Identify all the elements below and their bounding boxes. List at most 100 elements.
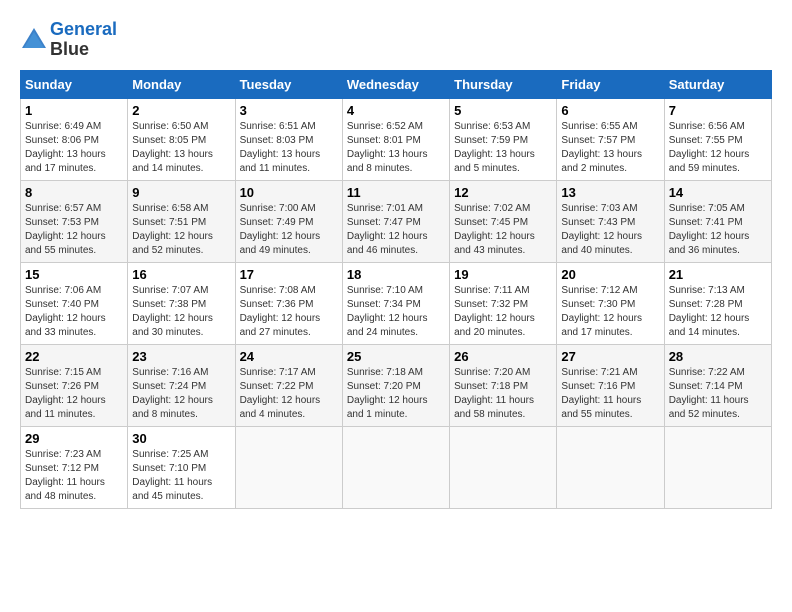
- calendar-day: 25 Sunrise: 7:18 AM Sunset: 7:20 PM Dayli…: [342, 344, 449, 426]
- day-info: Sunrise: 7:08 AM Sunset: 7:36 PM Dayligh…: [240, 284, 338, 340]
- weekday-header-row: Sunday Monday Tuesday Wednesday Thursday…: [21, 70, 772, 98]
- day-info: Sunrise: 6:55 AM Sunset: 7:57 PM Dayligh…: [561, 120, 659, 176]
- logo-icon: [20, 26, 48, 54]
- calendar-day: 28 Sunrise: 7:22 AM Sunset: 7:14 PM Dayli…: [664, 344, 771, 426]
- day-number: 21: [669, 267, 767, 282]
- day-number: 16: [132, 267, 230, 282]
- day-info: Sunrise: 7:03 AM Sunset: 7:43 PM Dayligh…: [561, 202, 659, 258]
- calendar-day: 13Sunrise: 7:03 AM Sunset: 7:43 PM Dayli…: [557, 180, 664, 262]
- day-number: 27: [561, 349, 659, 364]
- day-number: 25: [347, 349, 445, 364]
- day-info: Sunrise: 7:10 AM Sunset: 7:34 PM Dayligh…: [347, 284, 445, 340]
- day-number: 23: [132, 349, 230, 364]
- day-number: 10: [240, 185, 338, 200]
- calendar-day: 23Sunrise: 7:16 AM Sunset: 7:24 PM Dayli…: [128, 344, 235, 426]
- calendar-day: 6Sunrise: 6:55 AM Sunset: 7:57 PM Daylig…: [557, 98, 664, 180]
- day-number: 1: [25, 103, 123, 118]
- day-number: 7: [669, 103, 767, 118]
- day-number: 30: [132, 431, 230, 446]
- day-number: 20: [561, 267, 659, 282]
- day-info: Sunrise: 7:06 AM Sunset: 7:40 PM Dayligh…: [25, 284, 123, 340]
- calendar-day: 11 Sunrise: 7:01 AM Sunset: 7:47 PM Dayli…: [342, 180, 449, 262]
- calendar-day: 24Sunrise: 7:17 AM Sunset: 7:22 PM Dayli…: [235, 344, 342, 426]
- header-friday: Friday: [557, 70, 664, 98]
- day-number: 19: [454, 267, 552, 282]
- day-info: Sunrise: 7:20 AM Sunset: 7:18 PM Dayligh…: [454, 366, 552, 422]
- day-number: 3: [240, 103, 338, 118]
- header-tuesday: Tuesday: [235, 70, 342, 98]
- day-number: 8: [25, 185, 123, 200]
- calendar-day: 1Sunrise: 6:49 AM Sunset: 8:06 PM Daylig…: [21, 98, 128, 180]
- calendar-table: Sunday Monday Tuesday Wednesday Thursday…: [20, 70, 772, 509]
- day-info: Sunrise: 6:58 AM Sunset: 7:51 PM Dayligh…: [132, 202, 230, 258]
- calendar-day: 21 Sunrise: 7:13 AM Sunset: 7:28 PM Dayli…: [664, 262, 771, 344]
- day-number: 17: [240, 267, 338, 282]
- day-info: Sunrise: 7:18 AM Sunset: 7:20 PM Dayligh…: [347, 366, 445, 422]
- page-header: General Blue: [20, 20, 772, 60]
- day-number: 14: [669, 185, 767, 200]
- day-number: 15: [25, 267, 123, 282]
- calendar-day: 12 Sunrise: 7:02 AM Sunset: 7:45 PM Dayli…: [450, 180, 557, 262]
- day-number: 5: [454, 103, 552, 118]
- day-info: Sunrise: 7:05 AM Sunset: 7:41 PM Dayligh…: [669, 202, 767, 258]
- day-info: Sunrise: 7:13 AM Sunset: 7:28 PM Dayligh…: [669, 284, 767, 340]
- calendar-week-row: 8Sunrise: 6:57 AM Sunset: 7:53 PM Daylig…: [21, 180, 772, 262]
- calendar-day: 5 Sunrise: 6:53 AM Sunset: 7:59 PM Daylig…: [450, 98, 557, 180]
- calendar-week-row: 1Sunrise: 6:49 AM Sunset: 8:06 PM Daylig…: [21, 98, 772, 180]
- day-number: 26: [454, 349, 552, 364]
- day-info: Sunrise: 7:17 AM Sunset: 7:22 PM Dayligh…: [240, 366, 338, 422]
- empty-cell: [342, 426, 449, 508]
- day-info: Sunrise: 7:07 AM Sunset: 7:38 PM Dayligh…: [132, 284, 230, 340]
- day-number: 18: [347, 267, 445, 282]
- calendar-day: 27 Sunrise: 7:21 AM Sunset: 7:16 PM Dayli…: [557, 344, 664, 426]
- header-sunday: Sunday: [21, 70, 128, 98]
- calendar-day: 8Sunrise: 6:57 AM Sunset: 7:53 PM Daylig…: [21, 180, 128, 262]
- day-number: 28: [669, 349, 767, 364]
- day-info: Sunrise: 7:21 AM Sunset: 7:16 PM Dayligh…: [561, 366, 659, 422]
- calendar-day: 19 Sunrise: 7:11 AM Sunset: 7:32 PM Dayli…: [450, 262, 557, 344]
- calendar-week-row: 15 Sunrise: 7:06 AM Sunset: 7:40 PM Dayli…: [21, 262, 772, 344]
- calendar-day: 15 Sunrise: 7:06 AM Sunset: 7:40 PM Dayli…: [21, 262, 128, 344]
- day-info: Sunrise: 6:53 AM Sunset: 7:59 PM Dayligh…: [454, 120, 552, 176]
- day-info: Sunrise: 7:25 AM Sunset: 7:10 PM Dayligh…: [132, 448, 230, 504]
- day-info: Sunrise: 6:52 AM Sunset: 8:01 PM Dayligh…: [347, 120, 445, 176]
- day-info: Sunrise: 7:01 AM Sunset: 7:47 PM Dayligh…: [347, 202, 445, 258]
- calendar-day: 18 Sunrise: 7:10 AM Sunset: 7:34 PM Dayli…: [342, 262, 449, 344]
- header-saturday: Saturday: [664, 70, 771, 98]
- day-info: Sunrise: 7:11 AM Sunset: 7:32 PM Dayligh…: [454, 284, 552, 340]
- logo: General Blue: [20, 20, 117, 60]
- day-info: Sunrise: 6:56 AM Sunset: 7:55 PM Dayligh…: [669, 120, 767, 176]
- header-monday: Monday: [128, 70, 235, 98]
- day-number: 29: [25, 431, 123, 446]
- day-info: Sunrise: 7:22 AM Sunset: 7:14 PM Dayligh…: [669, 366, 767, 422]
- day-number: 22: [25, 349, 123, 364]
- empty-cell: [235, 426, 342, 508]
- calendar-day: 2 Sunrise: 6:50 AM Sunset: 8:05 PM Daylig…: [128, 98, 235, 180]
- calendar-day: 22 Sunrise: 7:15 AM Sunset: 7:26 PM Dayli…: [21, 344, 128, 426]
- day-number: 12: [454, 185, 552, 200]
- calendar-week-row: 22 Sunrise: 7:15 AM Sunset: 7:26 PM Dayli…: [21, 344, 772, 426]
- day-number: 11: [347, 185, 445, 200]
- calendar-day: 7 Sunrise: 6:56 AM Sunset: 7:55 PM Daylig…: [664, 98, 771, 180]
- calendar-day: 4 Sunrise: 6:52 AM Sunset: 8:01 PM Daylig…: [342, 98, 449, 180]
- day-info: Sunrise: 7:02 AM Sunset: 7:45 PM Dayligh…: [454, 202, 552, 258]
- day-info: Sunrise: 6:51 AM Sunset: 8:03 PM Dayligh…: [240, 120, 338, 176]
- calendar-day: 14 Sunrise: 7:05 AM Sunset: 7:41 PM Dayli…: [664, 180, 771, 262]
- logo-text: General Blue: [50, 20, 117, 60]
- day-info: Sunrise: 7:15 AM Sunset: 7:26 PM Dayligh…: [25, 366, 123, 422]
- day-number: 4: [347, 103, 445, 118]
- empty-cell: [664, 426, 771, 508]
- header-wednesday: Wednesday: [342, 70, 449, 98]
- calendar-day: 16 Sunrise: 7:07 AM Sunset: 7:38 PM Dayli…: [128, 262, 235, 344]
- empty-cell: [557, 426, 664, 508]
- calendar-day: 26 Sunrise: 7:20 AM Sunset: 7:18 PM Dayli…: [450, 344, 557, 426]
- day-info: Sunrise: 7:23 AM Sunset: 7:12 PM Dayligh…: [25, 448, 123, 504]
- calendar-day: 10 Sunrise: 7:00 AM Sunset: 7:49 PM Dayli…: [235, 180, 342, 262]
- day-info: Sunrise: 6:50 AM Sunset: 8:05 PM Dayligh…: [132, 120, 230, 176]
- day-info: Sunrise: 7:00 AM Sunset: 7:49 PM Dayligh…: [240, 202, 338, 258]
- empty-cell: [450, 426, 557, 508]
- day-number: 2: [132, 103, 230, 118]
- calendar-week-row: 29 Sunrise: 7:23 AM Sunset: 7:12 PM Dayli…: [21, 426, 772, 508]
- calendar-day: 30 Sunrise: 7:25 AM Sunset: 7:10 PM Dayli…: [128, 426, 235, 508]
- calendar-day: 17 Sunrise: 7:08 AM Sunset: 7:36 PM Dayli…: [235, 262, 342, 344]
